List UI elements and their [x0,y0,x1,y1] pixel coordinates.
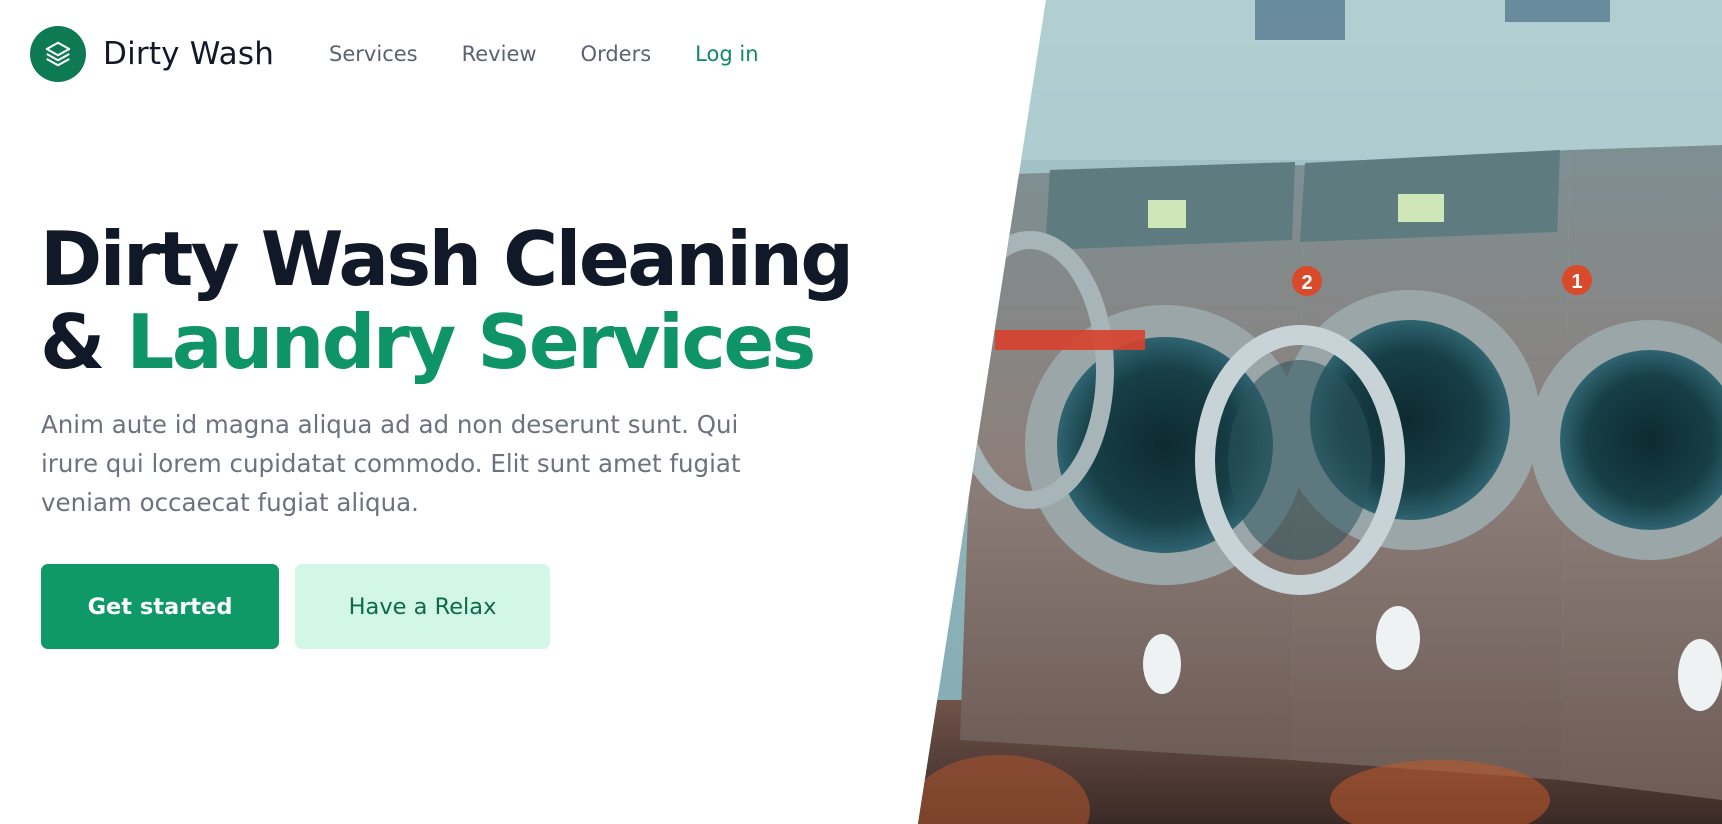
machine-number-badge: 2 [1301,272,1312,294]
hero-headline: Dirty Wash Cleaning & Laundry Services [40,218,900,384]
headline-accent: Laundry Services [126,298,817,386]
nav-link-review[interactable]: Review [462,42,537,66]
headline-ampersand: & [40,298,127,386]
headline-line1: Dirty Wash Cleaning [40,215,854,303]
stacked-layers-icon [45,41,71,67]
nav-link-orders[interactable]: Orders [581,42,652,66]
have-a-relax-button[interactable]: Have a Relax [295,564,550,649]
brand-name[interactable]: Dirty Wash [103,36,274,72]
brand-logo[interactable] [30,26,86,82]
machine-number-badge: 1 [1571,271,1582,293]
get-started-button[interactable]: Get started [41,564,279,649]
nav-links: Services Review Orders Log in [329,42,802,66]
top-nav: Dirty Wash Services Review Orders Log in [30,26,803,82]
hero-description: Anim aute id magna aliqua ad ad non dese… [41,410,741,517]
login-link[interactable]: Log in [695,42,758,66]
nav-link-services[interactable]: Services [329,42,418,66]
